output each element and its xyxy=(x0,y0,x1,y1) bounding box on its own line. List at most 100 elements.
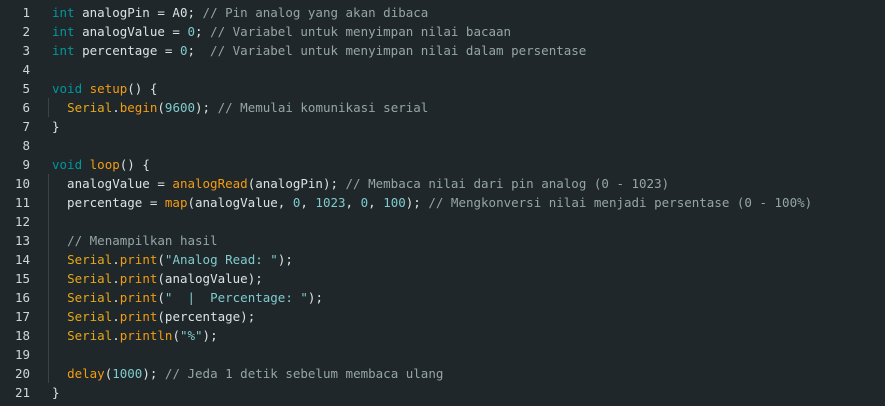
code-token: ; xyxy=(195,24,211,39)
code-line[interactable]: Serial.print(" | Percentage: "); xyxy=(52,288,323,307)
code-token: ; xyxy=(187,43,211,58)
line-number: 3 xyxy=(22,43,30,58)
line-number: 14 xyxy=(14,252,30,267)
code-token: print xyxy=(119,252,158,267)
code-token: } xyxy=(52,119,60,134)
code-token: (percentage); xyxy=(157,309,256,324)
code-token: ( xyxy=(157,290,165,305)
code-token: delay xyxy=(67,366,105,381)
code-token: 0 xyxy=(187,24,195,39)
code-line[interactable]: percentage = map(analogValue, 0, 1023, 0… xyxy=(52,193,812,212)
code-line[interactable]: Serial.print(analogValue); xyxy=(52,269,263,288)
code-token: "Analog Read: " xyxy=(164,252,278,267)
code-token: // Variabel untuk menyimpan nilai bacaan xyxy=(210,24,512,39)
code-token: () { xyxy=(119,157,150,172)
code-token: void xyxy=(52,157,83,172)
code-token: (analogPin); xyxy=(247,176,346,191)
code-token: loop xyxy=(89,157,120,172)
indent-guide xyxy=(48,98,49,117)
code-token: ( xyxy=(157,100,165,115)
code-line[interactable]: Serial.print("Analog Read: "); xyxy=(52,250,293,269)
line-number: 4 xyxy=(22,62,30,77)
code-token: . xyxy=(112,328,120,343)
code-line[interactable]: } xyxy=(52,117,60,136)
line-number: 6 xyxy=(22,100,30,115)
code-token: map xyxy=(164,195,188,210)
code-line[interactable]: int percentage = 0; // Variabel untuk me… xyxy=(52,41,586,60)
line-number: 1 xyxy=(22,5,30,20)
line-number: 20 xyxy=(14,366,30,381)
code-line[interactable]: Serial.println("%"); xyxy=(52,326,218,345)
code-line[interactable]: int analogPin = A0; // Pin analog yang a… xyxy=(52,3,428,22)
code-token: . xyxy=(112,271,120,286)
line-number: 13 xyxy=(14,233,30,248)
code-line[interactable]: // Menampilkan hasil xyxy=(52,231,218,250)
code-token: ); xyxy=(202,328,218,343)
code-token: Serial xyxy=(67,100,113,115)
code-line[interactable]: } xyxy=(52,383,60,402)
code-token: percentage = xyxy=(74,43,180,58)
code-token: 1000 xyxy=(112,366,143,381)
code-token: Serial xyxy=(67,328,113,343)
code-token: , xyxy=(300,195,316,210)
code-token: , xyxy=(368,195,384,210)
line-number: 8 xyxy=(22,138,30,153)
code-token: Serial xyxy=(67,271,113,286)
code-line[interactable]: delay(1000); // Jeda 1 detik sebelum mem… xyxy=(52,364,443,383)
code-token: analogRead xyxy=(172,176,248,191)
code-token: Serial xyxy=(67,309,113,324)
code-token: ); xyxy=(405,195,429,210)
line-number: 15 xyxy=(14,271,30,286)
code-token: // Mengkonversi nilai menjadi persentase… xyxy=(428,195,813,210)
code-line[interactable]: void loop() { xyxy=(52,155,150,174)
code-token: begin xyxy=(119,100,158,115)
code-token: 100 xyxy=(383,195,406,210)
code-token: . xyxy=(112,290,120,305)
line-number: 2 xyxy=(22,24,30,39)
code-token: analogPin = xyxy=(74,5,173,20)
code-token: int xyxy=(52,24,75,39)
line-number-gutter: 1 2 3 4 5 6 7 8 9 10 11 12 13 14 15 16 17 18 19 20 21 xyxy=(0,0,44,406)
code-token: ; xyxy=(187,5,203,20)
code-token: int xyxy=(52,5,75,20)
code-token: // Variabel untuk menyimpan nilai dalam … xyxy=(210,43,587,58)
code-token: int xyxy=(52,43,75,58)
code-line[interactable]: analogValue = analogRead(analogPin); // … xyxy=(52,174,669,193)
code-editor[interactable]: 1 2 3 4 5 6 7 8 9 10 11 12 13 14 15 16 17 18 19 20 21 int an… xyxy=(0,0,885,406)
code-token: () { xyxy=(127,81,158,96)
code-token: ); xyxy=(277,252,293,267)
line-number: 10 xyxy=(14,176,30,191)
code-token: percentage = xyxy=(52,195,165,210)
code-token: // Memulai komunikasi serial xyxy=(217,100,429,115)
code-token: 1023 xyxy=(315,195,346,210)
indent-guide xyxy=(48,174,49,383)
code-line[interactable]: Serial.print(percentage); xyxy=(52,307,255,326)
code-line[interactable]: Serial.begin(9600); // Memulai komunikas… xyxy=(52,98,428,117)
code-line[interactable]: int analogValue = 0; // Variabel untuk m… xyxy=(52,22,511,41)
line-number: 11 xyxy=(14,195,30,210)
line-number: 21 xyxy=(14,385,30,400)
code-line[interactable]: void setup() { xyxy=(52,79,157,98)
code-token: ( xyxy=(157,252,165,267)
code-token: analogValue = xyxy=(74,24,188,39)
line-number: 7 xyxy=(22,119,30,134)
line-number: 5 xyxy=(22,81,30,96)
code-token: } xyxy=(52,385,60,400)
line-number: 18 xyxy=(14,328,30,343)
code-token: " | Percentage: " xyxy=(164,290,308,305)
code-token: setup xyxy=(89,81,128,96)
code-token: 0 xyxy=(360,195,369,210)
code-token: void xyxy=(52,81,83,96)
code-token: "%" xyxy=(179,328,203,343)
code-token: // Membaca nilai dari pin analog (0 - 10… xyxy=(345,176,670,191)
code-token: Serial xyxy=(67,290,113,305)
